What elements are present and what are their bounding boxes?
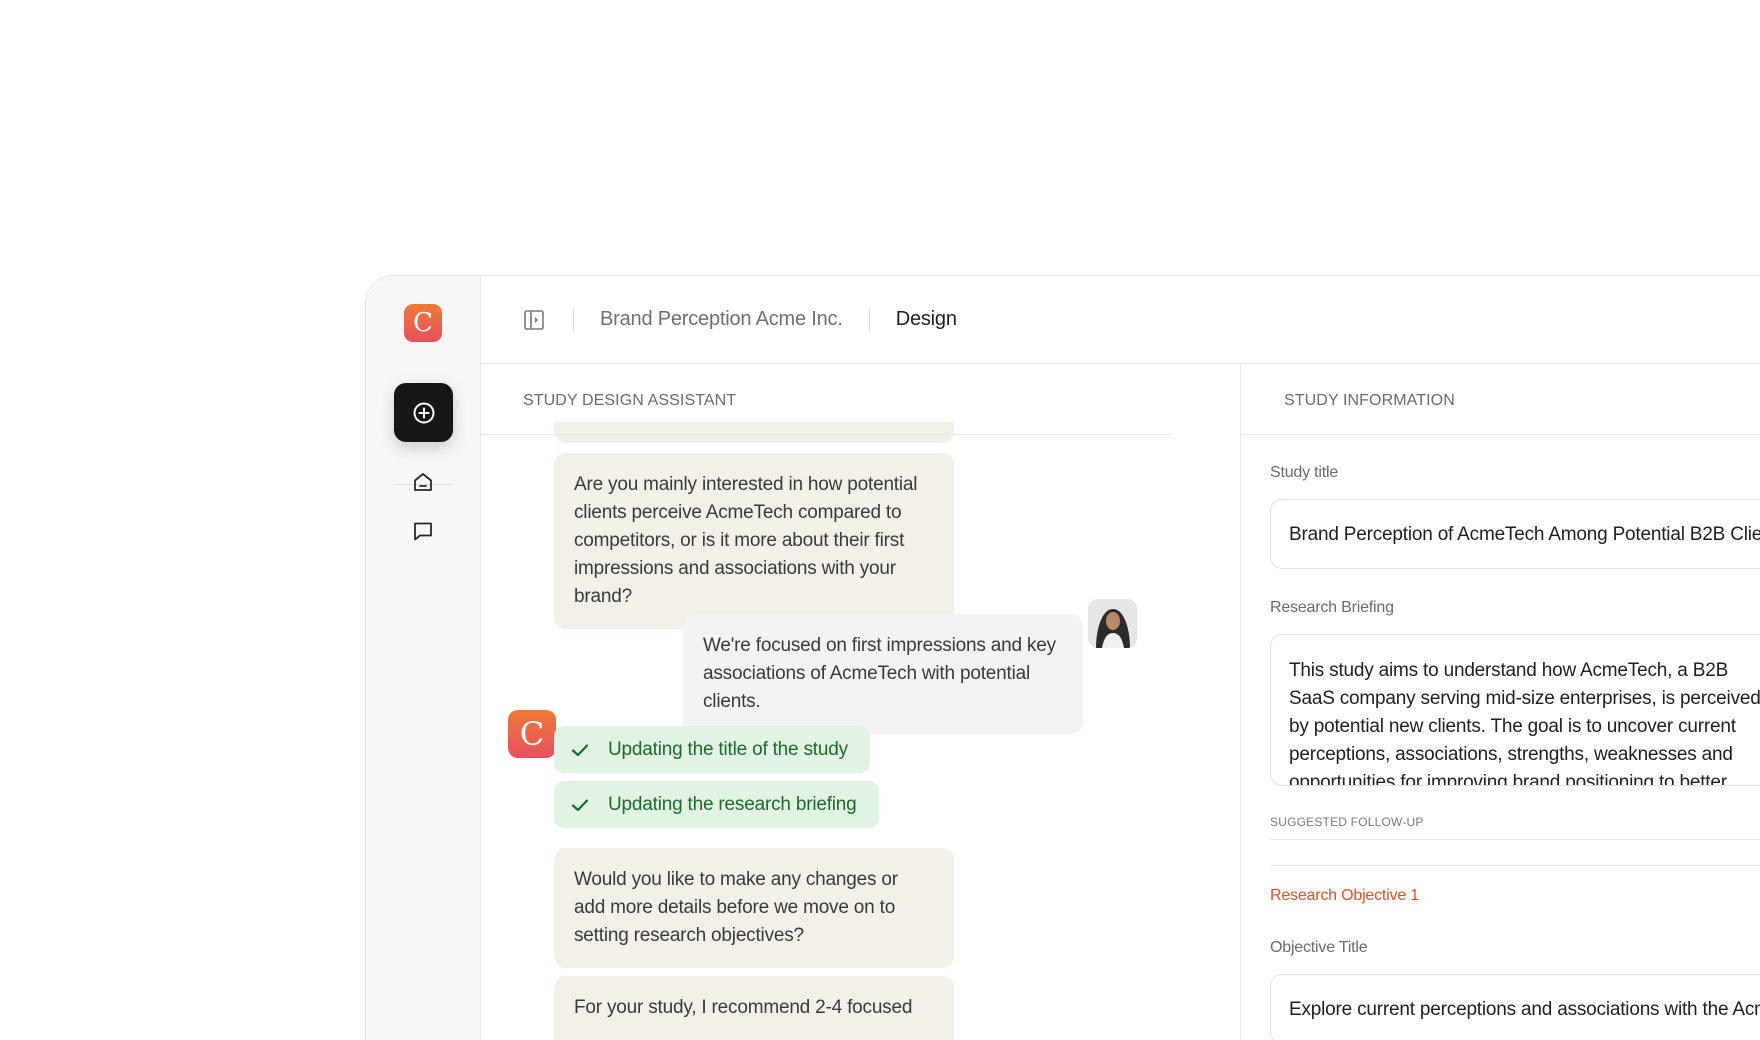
status-text: Updating the research briefing [608,793,857,815]
info-header-divider [1242,434,1760,435]
suggested-follow-up-label: SUGGESTED FOLLOW-UP [1270,815,1424,829]
sidebar-toggle-icon [524,309,544,330]
status-text: Updating the title of the study [608,738,848,760]
study-title-label: Study title [1270,464,1339,481]
app-logo: C [404,304,442,342]
sidebar-item-home[interactable] [409,468,437,496]
breadcrumb-separator [868,308,870,331]
follow-up-divider [1270,865,1760,866]
status-update-briefing: Updating the research briefing [554,781,879,828]
check-icon [570,739,592,761]
home-icon [414,473,432,491]
objective-title-input[interactable]: Explore current perceptions and associat… [1270,974,1760,1040]
follow-up-divider [1270,839,1760,840]
new-study-button[interactable] [394,383,453,442]
objective-title-label: Objective Title [1270,939,1368,956]
study-design-assistant-panel: STUDY DESIGN ASSISTANT Are you mainly in… [481,364,1241,1040]
top-bar: Brand Perception Acme Inc. Design [481,276,1760,364]
chat-section-title: STUDY DESIGN ASSISTANT [523,392,737,409]
breadcrumb-separator [573,308,574,331]
previous-message-fragment [554,422,954,443]
sidebar-rail: C [366,276,481,1040]
plus-circle-icon [413,402,434,423]
objective-heading: Research Objective 1 [1270,887,1419,904]
assistant-message: Are you mainly interested in how potenti… [554,453,954,629]
panel-toggle-button[interactable] [523,308,547,332]
status-update-title: Updating the title of the study [554,726,870,773]
user-avatar-image [1088,599,1137,648]
chat-header-divider [481,434,1171,435]
breadcrumb-project[interactable]: Brand Perception Acme Inc. [600,308,843,331]
briefing-label: Research Briefing [1270,599,1394,616]
check-icon [570,794,592,816]
assistant-avatar: C [508,710,556,758]
briefing-textarea[interactable]: This study aims to understand how AcmeTe… [1270,634,1760,786]
app-window: C Brand Perception Acme Inc. Design STUD… [365,275,1760,1040]
assistant-message: For your study, I recommend 2-4 focused [554,976,954,1040]
study-title-input[interactable]: Brand Perception of AcmeTech Among Poten… [1270,499,1760,569]
info-section-title: STUDY INFORMATION [1284,392,1455,409]
user-avatar [1088,599,1137,648]
breadcrumb-current: Design [895,308,957,330]
assistant-message: Would you like to make any changes or ad… [554,848,954,968]
user-message: We're focused on first impressions and k… [683,614,1083,734]
chat-bubble-icon [414,522,432,541]
study-information-panel: STUDY INFORMATION Study title Brand Perc… [1242,364,1760,1040]
sidebar-item-chats[interactable] [409,517,437,545]
